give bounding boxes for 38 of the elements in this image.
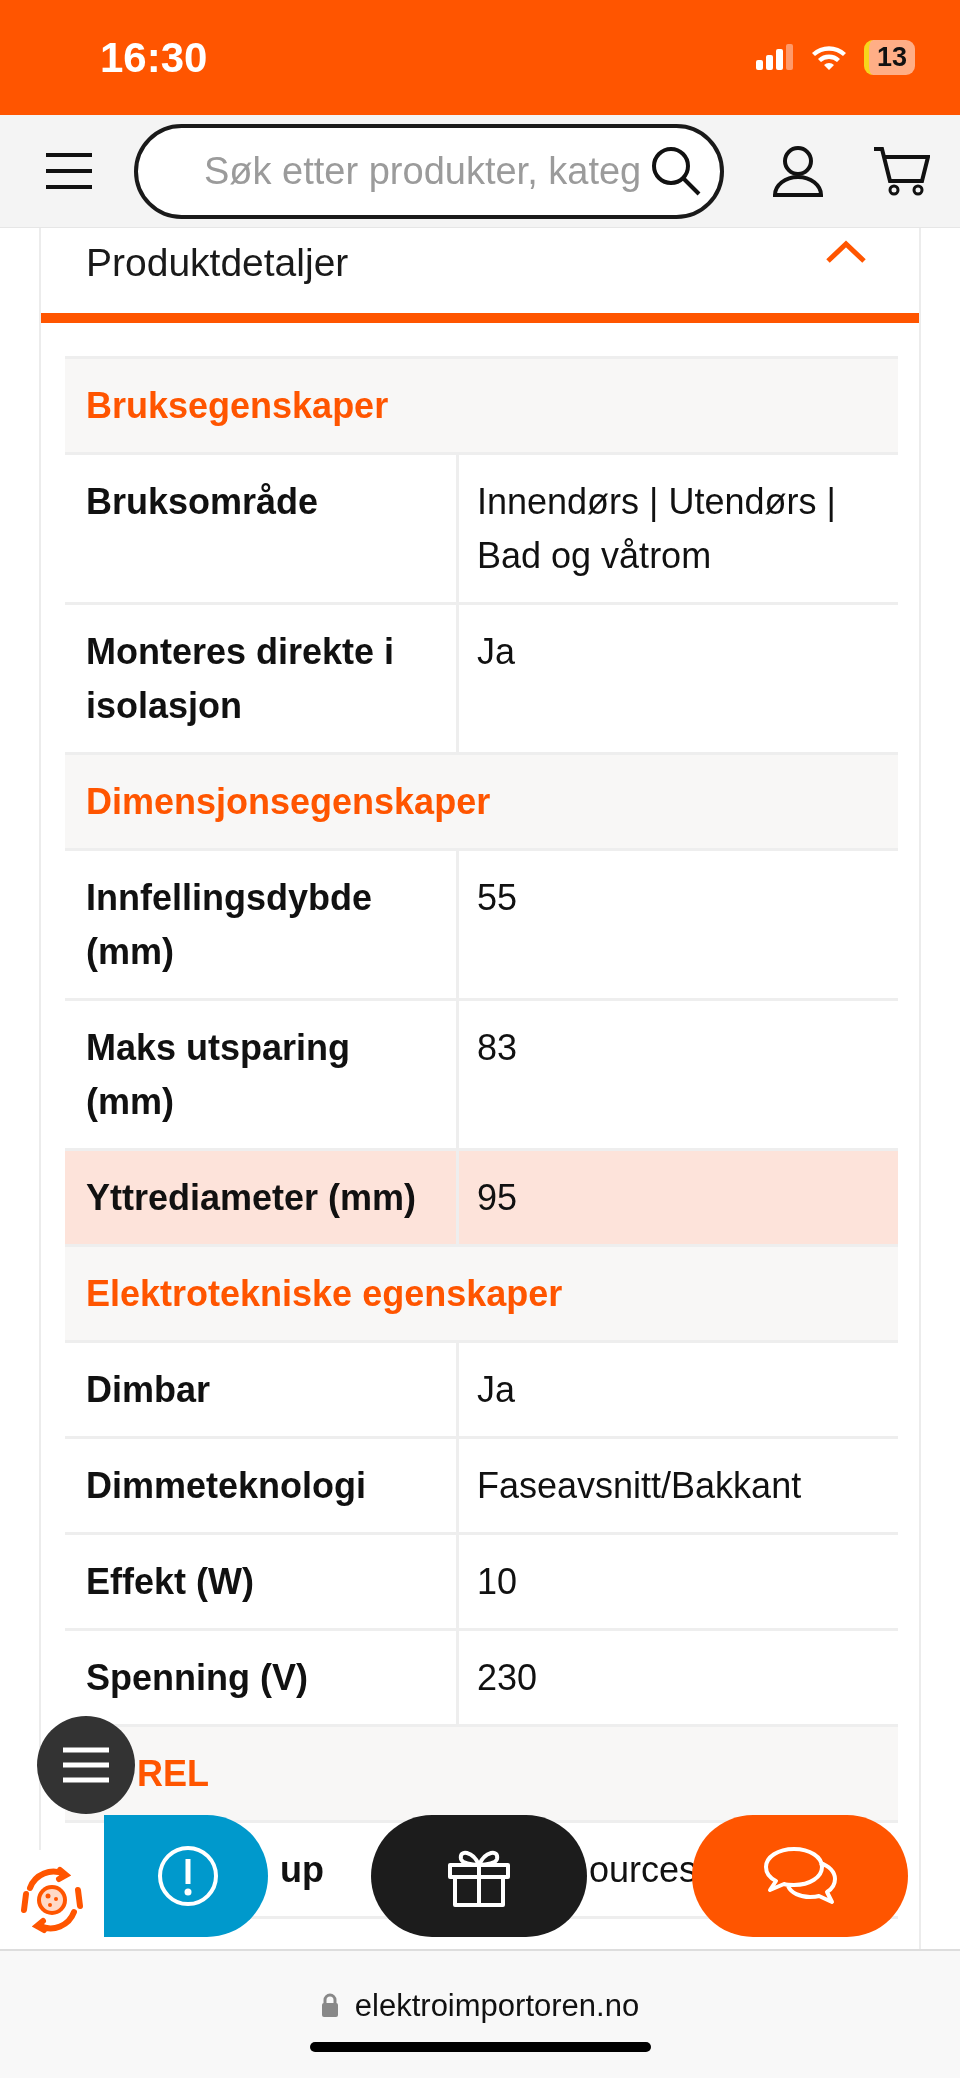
menu-icon	[61, 1747, 111, 1783]
signal-icon	[755, 44, 794, 71]
property-value: 55	[476, 876, 519, 920]
property-value: Innendørs | Utendørs | Bad og våtrom	[476, 480, 837, 578]
group-heading: REL	[65, 1727, 898, 1820]
property-label: Maks utsparing (mm)	[65, 1001, 459, 1148]
property-value: 95	[459, 1151, 898, 1244]
property-value: Ja	[476, 630, 517, 674]
property-label: up	[280, 1849, 324, 1890]
group-heading: Dimensjonsegenskaper	[65, 755, 898, 848]
cart-icon[interactable]	[872, 145, 930, 197]
property-value: Faseavsnitt/Bakkant	[476, 1464, 803, 1508]
property-value: 230	[476, 1656, 539, 1700]
property-label: Dimbar	[65, 1343, 459, 1436]
property-label: Innfellingsdybde (mm)	[65, 851, 459, 998]
group-heading: Elektrotekniske egenskaper	[65, 1247, 898, 1340]
section-title: Produktdetaljer	[86, 240, 349, 286]
clock-time: 16:30	[100, 33, 208, 83]
menu-icon[interactable]	[44, 151, 94, 191]
exclamation-icon	[156, 1844, 220, 1908]
battery-level: 13	[863, 40, 915, 75]
property-value: 10	[476, 1560, 519, 1604]
search-icon[interactable]	[650, 145, 702, 197]
chat-icon	[762, 1845, 838, 1907]
property-label: Dimmeteknologi	[65, 1439, 459, 1532]
user-icon[interactable]	[772, 145, 824, 197]
accordion-header[interactable]: Produktdetaljer	[41, 228, 895, 313]
property-label: Bruksområde	[65, 455, 459, 602]
address-bar-url[interactable]: elektroimportoren.no	[354, 1983, 640, 2030]
group-heading: Bruksegenskaper	[65, 359, 898, 452]
search-field[interactable]: Søk etter produkter, kateg	[134, 123, 724, 219]
chevron-up-icon[interactable]	[825, 240, 867, 264]
property-label: Effekt (W)	[65, 1535, 459, 1628]
property-value: Ja	[476, 1368, 517, 1412]
property-label: Monteres direkte i isolasjon	[65, 605, 459, 752]
property-label: Yttrediameter (mm)	[65, 1151, 459, 1244]
property-value: 83	[476, 1026, 519, 1070]
lock-icon	[320, 1993, 339, 2017]
